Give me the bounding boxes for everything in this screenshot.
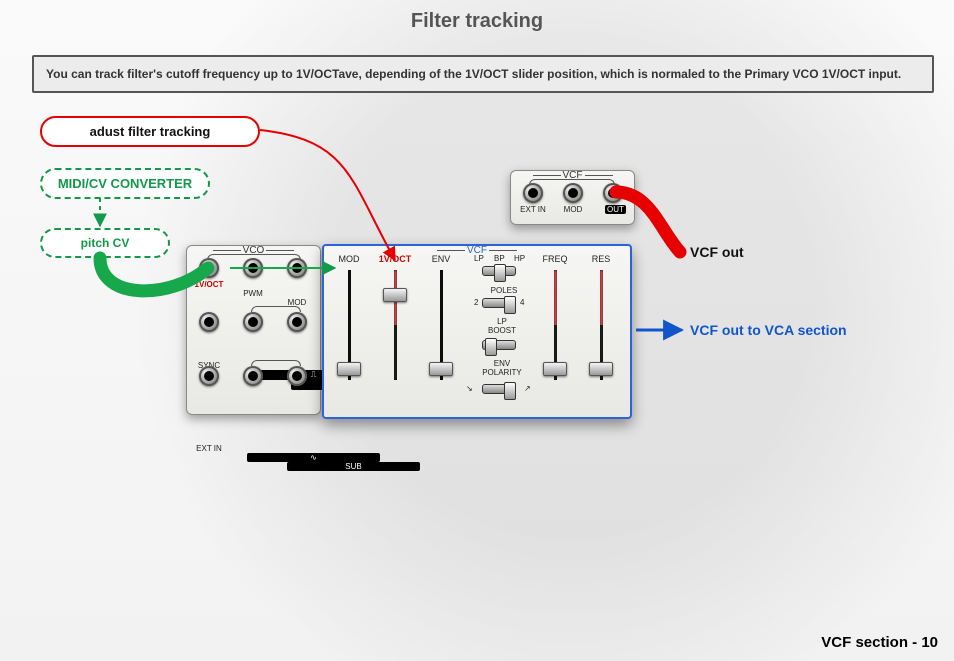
vco-jack-1v-oct[interactable] xyxy=(199,258,219,278)
filter-lp-label: LP xyxy=(474,254,484,263)
vco-jack-saw[interactable] xyxy=(287,312,307,332)
slider-freq-label: FREQ xyxy=(538,254,572,264)
slider-res[interactable] xyxy=(592,270,610,380)
vco-jack-1v-oct-label: 1V/OCT xyxy=(192,280,226,289)
vco-jack-sub[interactable] xyxy=(287,366,307,386)
vco-jack-sub-label: SUB xyxy=(287,462,420,471)
footer-section: VCF section - xyxy=(821,634,921,651)
vco-jack-ext-in-label: EXT IN xyxy=(192,444,226,453)
info-box: You can track filter's cutoff frequency … xyxy=(32,55,934,93)
vco-jack-sync[interactable] xyxy=(199,312,219,332)
wire-adjust-to-1voct xyxy=(260,130,395,260)
slider-1v-oct-label: 1V/OCT xyxy=(378,254,412,264)
filter-bp-label: BP xyxy=(494,254,505,263)
filter-hp-label: HP xyxy=(514,254,525,263)
slider-mod[interactable] xyxy=(340,270,358,380)
page-title: Filter tracking xyxy=(0,10,954,33)
vcf-jack-ext-in[interactable] xyxy=(523,183,543,203)
vcf-jack-out[interactable] xyxy=(603,183,623,203)
switch-filter-type[interactable] xyxy=(482,266,516,276)
slider-freq[interactable] xyxy=(546,270,564,380)
slider-env[interactable] xyxy=(432,270,450,380)
vco-jack-pwm-label: PWM xyxy=(236,289,270,298)
vco-jack-sine-label: ∿ xyxy=(247,453,380,462)
slider-res-label: RES xyxy=(584,254,618,264)
footer-page: 10 xyxy=(921,634,938,651)
callout-adjust-tracking: adust filter tracking xyxy=(40,116,260,147)
poles-4-label: 4 xyxy=(520,298,524,307)
label-vcf-out: VCF out xyxy=(690,244,744,260)
vco-panel: VCO 1V/OCT PWM MOD SYNC ⎍ 𝄐 EXT IN ∿ SUB xyxy=(186,245,321,415)
vco-jack-pulse[interactable] xyxy=(243,312,263,332)
poles-2-label: 2 xyxy=(474,298,478,307)
vco-jack-mod[interactable] xyxy=(287,258,307,278)
lp-boost-label: LP BOOST xyxy=(482,318,522,336)
footer: VCF section - 10 xyxy=(821,634,938,651)
slider-env-label: ENV xyxy=(424,254,458,264)
vco-jack-sine[interactable] xyxy=(243,366,263,386)
vcf-jack-out-label: OUT xyxy=(605,205,626,214)
poles-label: POLES xyxy=(484,286,524,295)
vcf-jack-ext-in-label: EXT IN xyxy=(516,205,550,214)
switch-env-polarity[interactable] xyxy=(482,384,516,394)
vco-jack-ext-in[interactable] xyxy=(199,366,219,386)
vcf-jack-mod[interactable] xyxy=(563,183,583,203)
env-polarity-label: ENV POLARITY xyxy=(476,360,528,378)
slider-mod-label: MOD xyxy=(332,254,366,264)
vcf-panel: VCF MOD 1V/OCT ENV LP BP HP POLES 2 4 LP… xyxy=(322,244,632,419)
vcf-jack-mod-label: MOD xyxy=(556,205,590,214)
vcf-jack-panel: VCF EXT IN MOD OUT xyxy=(510,170,635,225)
slider-1v-oct[interactable] xyxy=(386,270,404,380)
vco-jack-pwm[interactable] xyxy=(243,258,263,278)
switch-poles[interactable] xyxy=(482,298,516,308)
label-vcf-out-to-vca: VCF out to VCA section xyxy=(690,322,847,338)
callout-pitch-cv: pitch CV xyxy=(40,228,170,258)
callout-midi-cv: MIDI/CV CONVERTER xyxy=(40,168,210,199)
switch-lp-boost[interactable] xyxy=(482,340,516,350)
